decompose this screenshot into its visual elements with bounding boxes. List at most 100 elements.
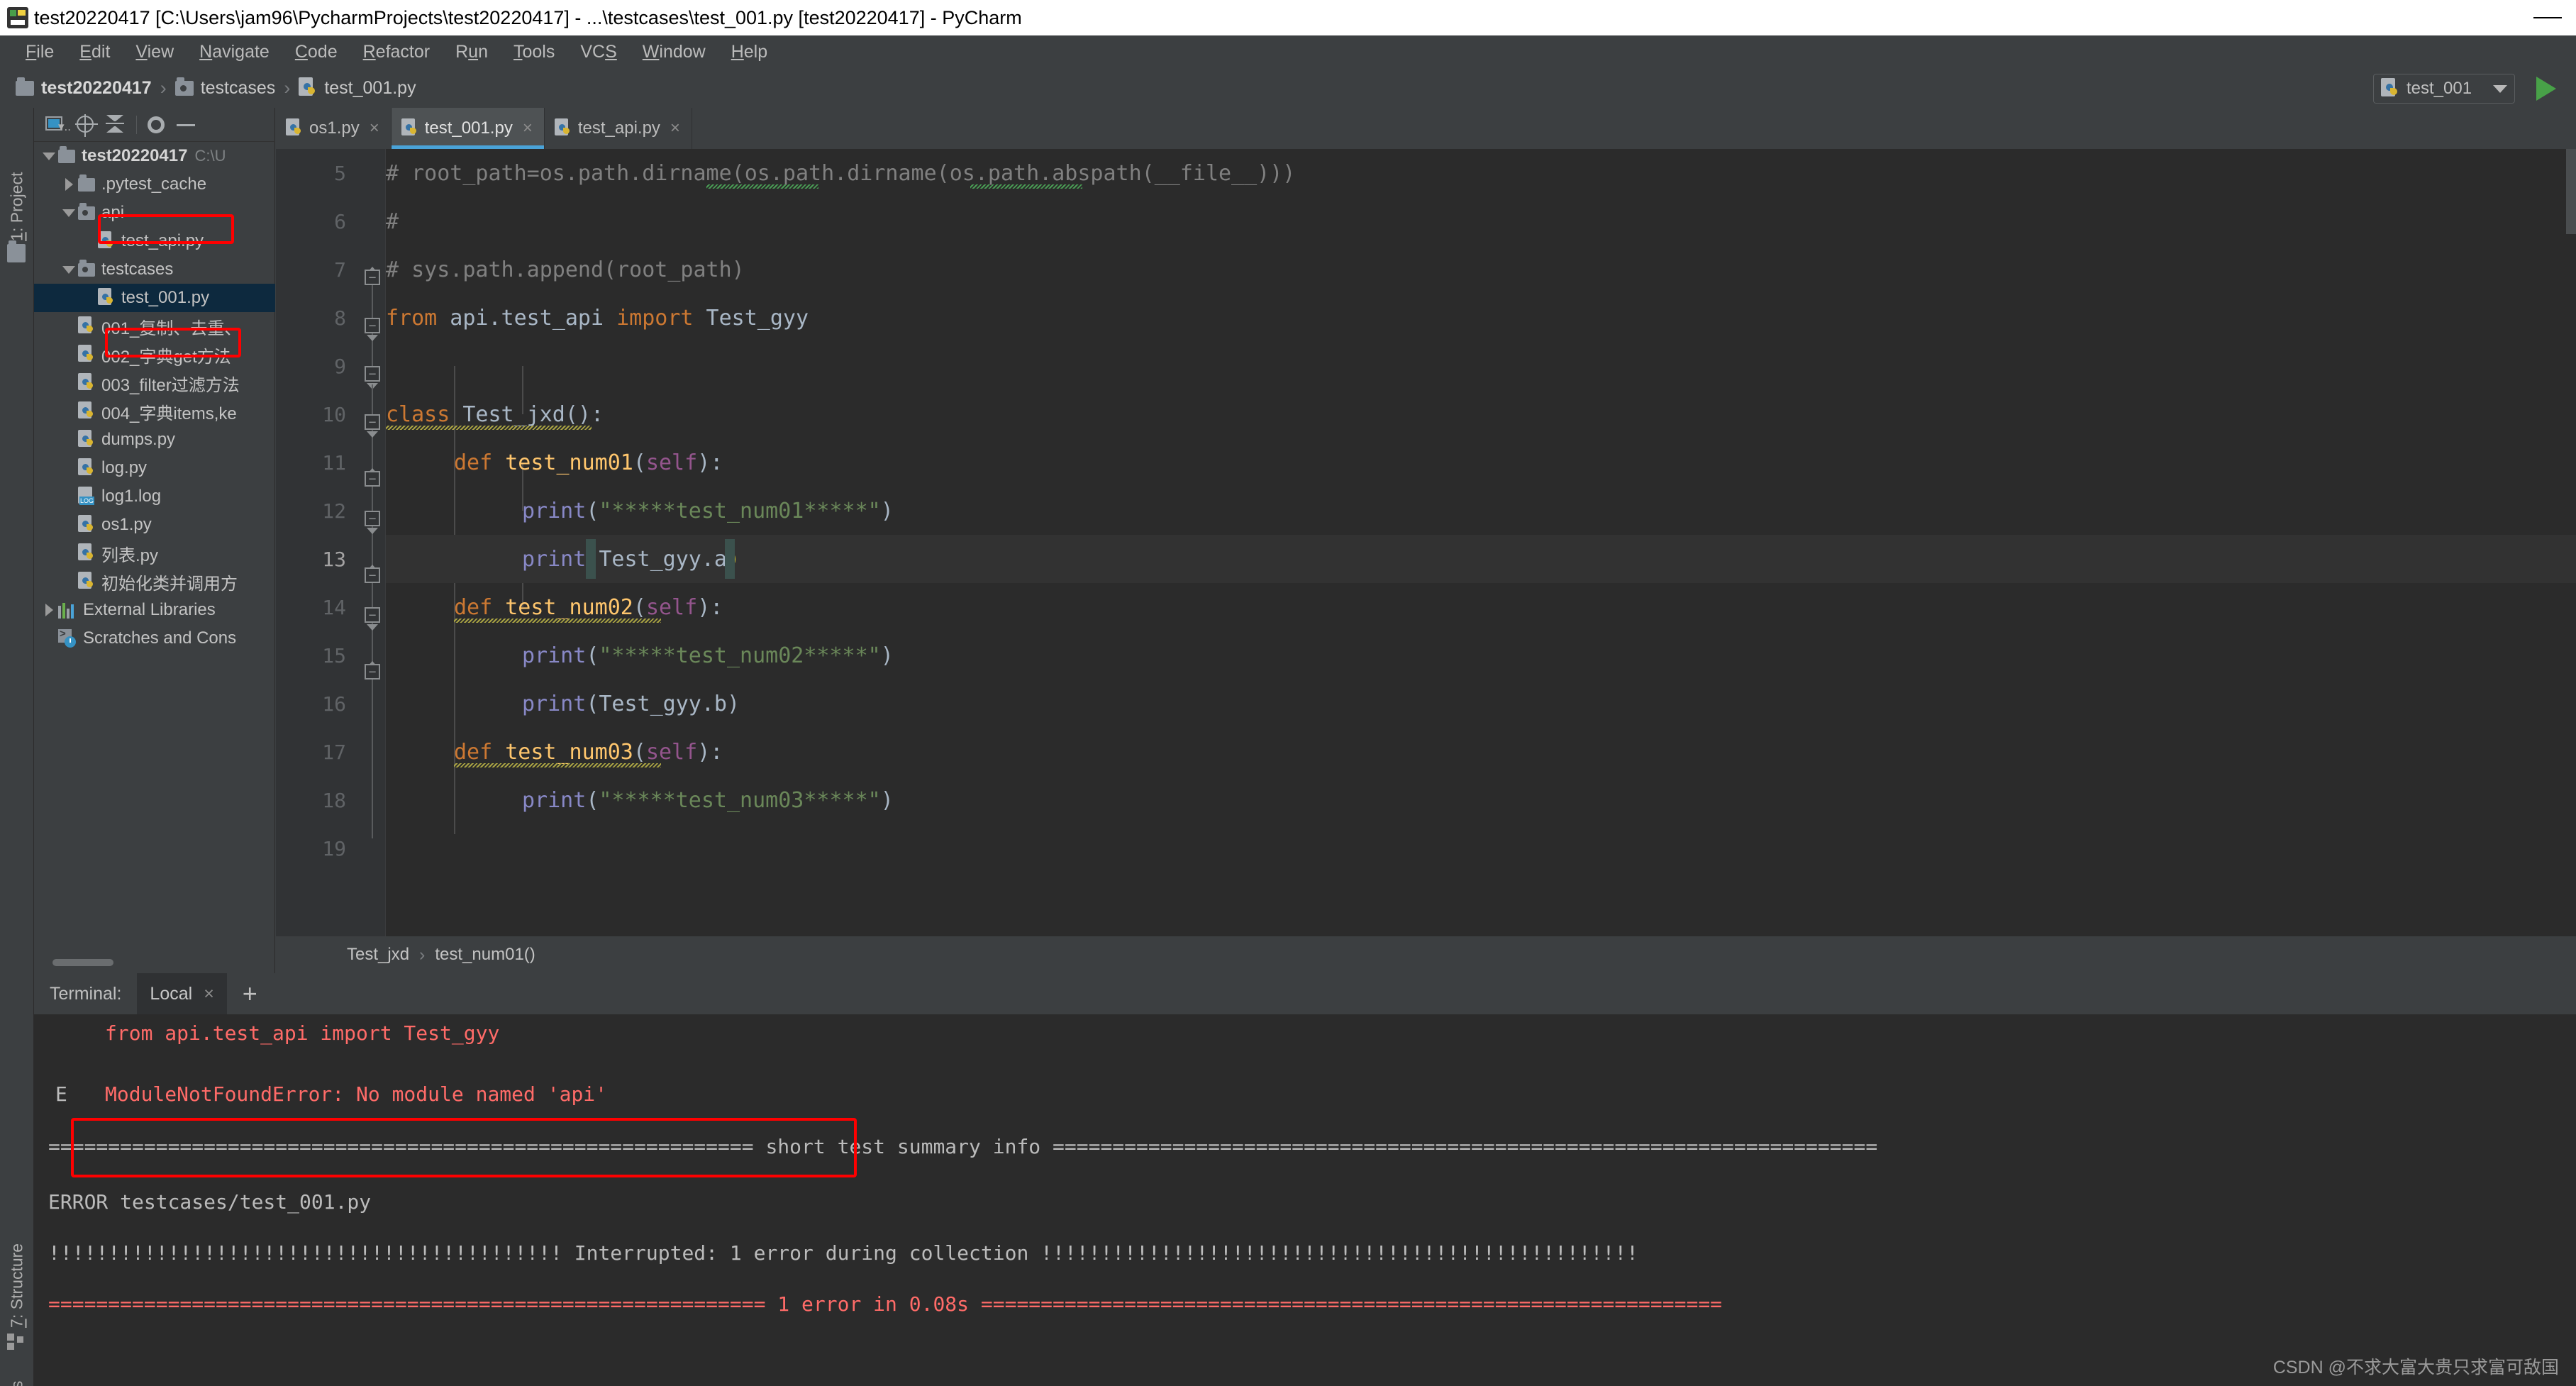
close-icon[interactable]: × bbox=[523, 118, 533, 138]
run-configuration-selector[interactable]: test_001 bbox=[2373, 74, 2515, 104]
add-terminal-icon[interactable]: + bbox=[227, 973, 273, 1014]
tree-item[interactable]: .pytest_cache bbox=[34, 170, 275, 199]
breadcrumb-method[interactable]: test_num01() bbox=[435, 945, 535, 965]
fold-marker-16[interactable]: − bbox=[365, 567, 380, 583]
breadcrumb-testcases[interactable]: testcases bbox=[174, 77, 275, 99]
code-line-19[interactable] bbox=[386, 824, 2576, 872]
code-line-14[interactable]: def test_num02(self): bbox=[386, 583, 2576, 631]
editor-scrollbar[interactable] bbox=[2566, 149, 2576, 234]
tree-item[interactable]: test_api.py bbox=[34, 227, 275, 255]
tree-item[interactable]: Scratches and Cons bbox=[34, 624, 275, 653]
fold-marker-11[interactable]: − bbox=[365, 414, 380, 430]
tree-item[interactable]: 初始化类并调用方 bbox=[34, 567, 275, 596]
tree-item[interactable]: 001_复制、去重、 bbox=[34, 312, 275, 340]
tree-item[interactable]: 列表.py bbox=[34, 539, 275, 567]
code-line-6[interactable]: # bbox=[386, 197, 2576, 245]
tree-item[interactable]: test_001.py bbox=[34, 284, 275, 312]
tool-tab-favorites[interactable]: 2: Favorites bbox=[0, 1324, 34, 1386]
tree-item[interactable]: testcases bbox=[34, 255, 275, 284]
editor-tab[interactable]: test_api.py × bbox=[545, 108, 692, 149]
settings-gear-icon[interactable] bbox=[144, 113, 170, 137]
tree-item[interactable]: 004_字典items,ke bbox=[34, 397, 275, 426]
menu-tools[interactable]: Tools bbox=[501, 39, 567, 65]
chevron-right-icon[interactable] bbox=[40, 604, 58, 616]
close-icon[interactable]: × bbox=[204, 984, 214, 1004]
tree-item[interactable]: 003_filter过滤方法 bbox=[34, 369, 275, 397]
close-icon[interactable]: × bbox=[370, 118, 379, 138]
fold-marker-14[interactable]: − bbox=[365, 511, 380, 526]
collapse-all-icon[interactable] bbox=[104, 113, 129, 137]
terminal-output[interactable]: from api.test_api import Test_gyy E Module… bbox=[34, 1014, 2576, 1386]
code-line-7[interactable]: # sys.path.append(root_path) bbox=[386, 245, 2576, 294]
menu-vcs[interactable]: VCS bbox=[567, 39, 629, 65]
tree-item[interactable]: 002_字典get方法 bbox=[34, 340, 275, 369]
hide-panel-icon[interactable] bbox=[174, 113, 199, 137]
menu-file[interactable]: File bbox=[13, 39, 67, 65]
code-line-15[interactable]: print("*****test_num02*****") bbox=[386, 631, 2576, 680]
minimize-icon[interactable] bbox=[2533, 17, 2562, 18]
chevron-down-icon[interactable] bbox=[40, 152, 58, 160]
breadcrumb-separator: › bbox=[160, 77, 167, 99]
fold-marker-10[interactable]: − bbox=[365, 366, 380, 382]
fold-cap-14[interactable] bbox=[367, 528, 378, 534]
close-icon[interactable]: × bbox=[670, 118, 680, 138]
menu-view[interactable]: View bbox=[123, 39, 187, 65]
chevron-down-icon[interactable] bbox=[60, 265, 78, 274]
tree-item[interactable]: log.py bbox=[34, 454, 275, 482]
fold-marker-8[interactable]: − bbox=[365, 318, 380, 333]
chevron-down-icon[interactable] bbox=[2493, 84, 2507, 93]
menu-help[interactable]: Help bbox=[718, 39, 780, 65]
code-breadcrumb[interactable]: Test_jxd › test_num01() bbox=[276, 936, 2576, 973]
code-line-12[interactable]: print("*****test_num01*****") bbox=[386, 487, 2576, 535]
project-horizontal-scrollbar[interactable] bbox=[52, 959, 113, 966]
tree-item[interactable]: api bbox=[34, 199, 275, 227]
code-line-8[interactable]: from api.test_api import Test_gyy bbox=[386, 294, 2576, 342]
fold-marker-13[interactable]: − bbox=[365, 471, 380, 487]
menu-run[interactable]: Run bbox=[443, 39, 501, 65]
terminal-tab-local[interactable]: Local × bbox=[137, 973, 227, 1014]
locate-icon[interactable] bbox=[74, 113, 99, 137]
tree-item[interactable]: test20220417 C:\U bbox=[34, 142, 275, 170]
code-line-11[interactable]: def test_num01(self): bbox=[386, 438, 2576, 487]
fold-cap-11[interactable] bbox=[367, 431, 378, 438]
code-line-10[interactable]: class Test_jxd (): bbox=[386, 390, 2576, 438]
code-editor[interactable]: # root_path=os.path.dirname(os.path.dirn… bbox=[386, 149, 2576, 973]
project-folder-icon bbox=[7, 240, 26, 262]
breadcrumb-project[interactable]: test20220417 bbox=[16, 77, 152, 99]
breadcrumb-file[interactable]: test_001.py bbox=[299, 77, 416, 99]
tool-tab-structure[interactable]: 7: Structure bbox=[0, 1179, 34, 1328]
editor-tab[interactable]: os1.py × bbox=[276, 108, 392, 149]
run-icon[interactable] bbox=[2536, 77, 2556, 101]
editor-tab-bar[interactable]: os1.py × test_001.py × test_api.py × bbox=[276, 108, 2576, 149]
tool-tab-project[interactable]: 1: Project bbox=[0, 113, 34, 241]
select-opened-file-icon[interactable]: ▾.. bbox=[44, 113, 71, 137]
python-icon bbox=[2381, 78, 2399, 99]
menu-window[interactable]: Window bbox=[630, 39, 718, 65]
fold-cap-8[interactable] bbox=[367, 335, 378, 341]
code-token: # bbox=[386, 160, 399, 186]
menu-navigate[interactable]: Navigate bbox=[187, 39, 282, 65]
code-line-13[interactable]: print(Test_gyy.a) bbox=[386, 535, 2576, 583]
fold-marker-18[interactable]: − bbox=[365, 664, 380, 680]
window-controls[interactable] bbox=[2533, 0, 2562, 35]
project-tree[interactable]: test20220417 C:\U .pytest_cache api test_api… bbox=[34, 142, 275, 949]
fold-cap-17[interactable] bbox=[367, 624, 378, 631]
fold-marker-7[interactable]: − bbox=[365, 270, 380, 285]
editor-tab[interactable]: test_001.py × bbox=[391, 108, 545, 149]
code-line-5[interactable]: # root_path=os.path.dirname(os.path.dirn… bbox=[386, 149, 2576, 197]
menu-refactor[interactable]: Refactor bbox=[350, 39, 443, 65]
chevron-right-icon[interactable] bbox=[60, 178, 78, 191]
menu-edit[interactable]: Edit bbox=[67, 39, 123, 65]
code-line-17[interactable]: def test_num03(self): bbox=[386, 728, 2576, 776]
tree-item[interactable]: LOG log1.log bbox=[34, 482, 275, 511]
breadcrumb-class[interactable]: Test_jxd bbox=[347, 945, 409, 965]
fold-marker-17[interactable]: − bbox=[365, 607, 380, 623]
code-line-16[interactable]: print(Test_gyy.b) bbox=[386, 680, 2576, 728]
menu-code[interactable]: Code bbox=[282, 39, 350, 65]
code-line-9[interactable] bbox=[386, 342, 2576, 390]
tree-item[interactable]: External Libraries bbox=[34, 596, 275, 624]
tree-item[interactable]: os1.py bbox=[34, 511, 275, 539]
tree-item[interactable]: dumps.py bbox=[34, 426, 275, 454]
chevron-down-icon[interactable] bbox=[60, 209, 78, 217]
code-line-18[interactable]: print("*****test_num03*****") bbox=[386, 776, 2576, 824]
